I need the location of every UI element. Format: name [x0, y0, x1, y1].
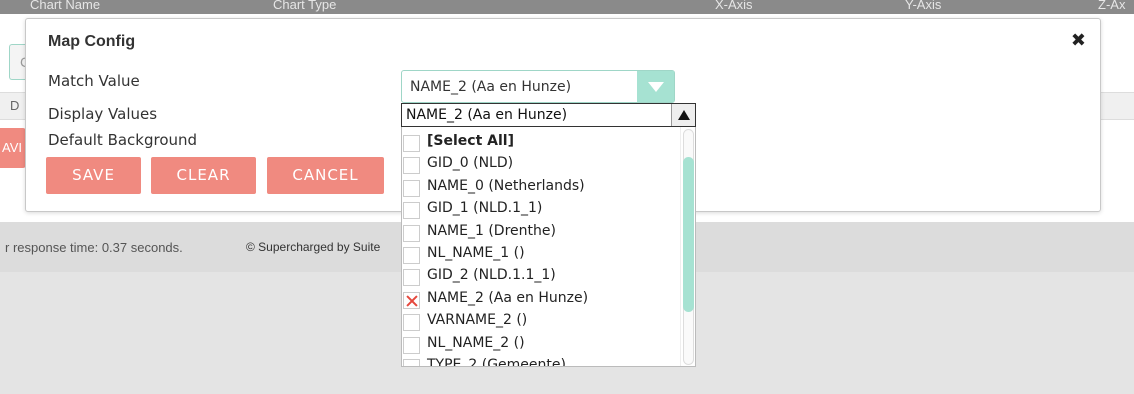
option-label: VARNAME_2 ()	[427, 312, 528, 329]
display-values-options: TYPE_2 (Gemeente) NL_NAME_2 () VARNAME_2 (…	[401, 127, 696, 367]
option-item[interactable]: GID_1 (NLD.1_1)	[402, 198, 682, 220]
column-x-axis[interactable]: X-Axis	[715, 0, 753, 12]
cancel-button[interactable]: CANCEL	[267, 157, 384, 194]
option-label: GID_2 (NLD.1.1_1)	[427, 267, 556, 284]
option-item[interactable]: NL_NAME_2 ()	[402, 333, 682, 355]
chevron-down-icon[interactable]	[637, 71, 674, 102]
option-label: NAME_1 (Drenthe)	[427, 222, 556, 239]
options-scrollbar[interactable]	[680, 127, 695, 366]
checkbox[interactable]	[403, 224, 420, 242]
background-save-button[interactable]: AVI	[0, 128, 26, 168]
clear-button[interactable]: CLEAR	[151, 157, 256, 194]
checkbox[interactable]	[403, 314, 420, 332]
checkbox[interactable]	[403, 269, 420, 287]
option-item[interactable]: NAME_0 (Netherlands)	[402, 176, 682, 198]
column-y-axis[interactable]: Y-Axis	[905, 0, 941, 12]
option-item[interactable]: NL_NAME_1 ()	[402, 243, 682, 265]
checkbox[interactable]	[403, 247, 420, 264]
option-label: NAME_2 (Aa en Hunze)	[427, 289, 589, 306]
display-values-select[interactable]: NAME_2 (Aa en Hunze)	[401, 103, 696, 127]
dialog-title: Map Config	[48, 33, 136, 50]
match-value-select[interactable]: NAME_2 (Aa en Hunze)	[401, 70, 675, 103]
match-value-label: Match Value	[48, 72, 140, 90]
option-label: GID_1 (NLD.1_1)	[427, 200, 543, 217]
checkbox[interactable]	[403, 359, 420, 366]
column-chart-name[interactable]: Chart Name	[30, 0, 100, 12]
default-background-label: Default Background	[48, 131, 198, 149]
option-item[interactable]: TYPE_2 (Gemeente)	[402, 355, 682, 367]
checkbox[interactable]	[403, 135, 420, 152]
option-label: TYPE_2 (Gemeente)	[427, 357, 566, 367]
response-time-text: r response time: 0.37 seconds.	[5, 240, 183, 255]
checkbox[interactable]	[403, 336, 420, 354]
option-label: NL_NAME_2 ()	[427, 334, 525, 351]
option-item[interactable]: NAME_1 (Drenthe)	[402, 221, 682, 243]
match-value-selected: NAME_2 (Aa en Hunze)	[410, 79, 572, 95]
option-item[interactable]: GID_0 (NLD)	[402, 153, 682, 175]
option-label: [Select All]	[427, 133, 514, 149]
option-item[interactable]: NAME_2 (Aa en Hunze)	[402, 288, 682, 310]
column-chart-type[interactable]: Chart Type	[273, 0, 336, 12]
option-label: GID_0 (NLD)	[427, 155, 514, 172]
checkbox[interactable]	[403, 202, 420, 220]
option-item[interactable]: GID_2 (NLD.1.1_1)	[402, 265, 682, 287]
option-item[interactable]: VARNAME_2 ()	[402, 310, 682, 332]
option-label: NAME_0 (Netherlands)	[427, 177, 585, 194]
checked-x-icon[interactable]	[403, 291, 420, 309]
close-icon[interactable]: ✖	[1071, 32, 1086, 50]
powered-by-text: © Supercharged by Suite	[246, 240, 381, 254]
display-values-selected: NAME_2 (Aa en Hunze)	[406, 107, 568, 123]
chevron-up-icon[interactable]	[671, 104, 695, 126]
scrollbar-thumb[interactable]	[683, 157, 694, 312]
save-button[interactable]: SAVE	[46, 157, 141, 194]
option-item[interactable]: [Select All]	[402, 131, 682, 153]
display-values-label: Display Values	[48, 105, 158, 123]
table-header-bar: Chart Name Chart Type X-Axis Y-Axis Z-Ax	[0, 0, 1134, 14]
option-label: NL_NAME_1 ()	[427, 245, 525, 261]
column-z-axis[interactable]: Z-Ax	[1098, 0, 1125, 12]
checkbox[interactable]	[403, 157, 420, 175]
checkbox[interactable]	[403, 179, 420, 197]
